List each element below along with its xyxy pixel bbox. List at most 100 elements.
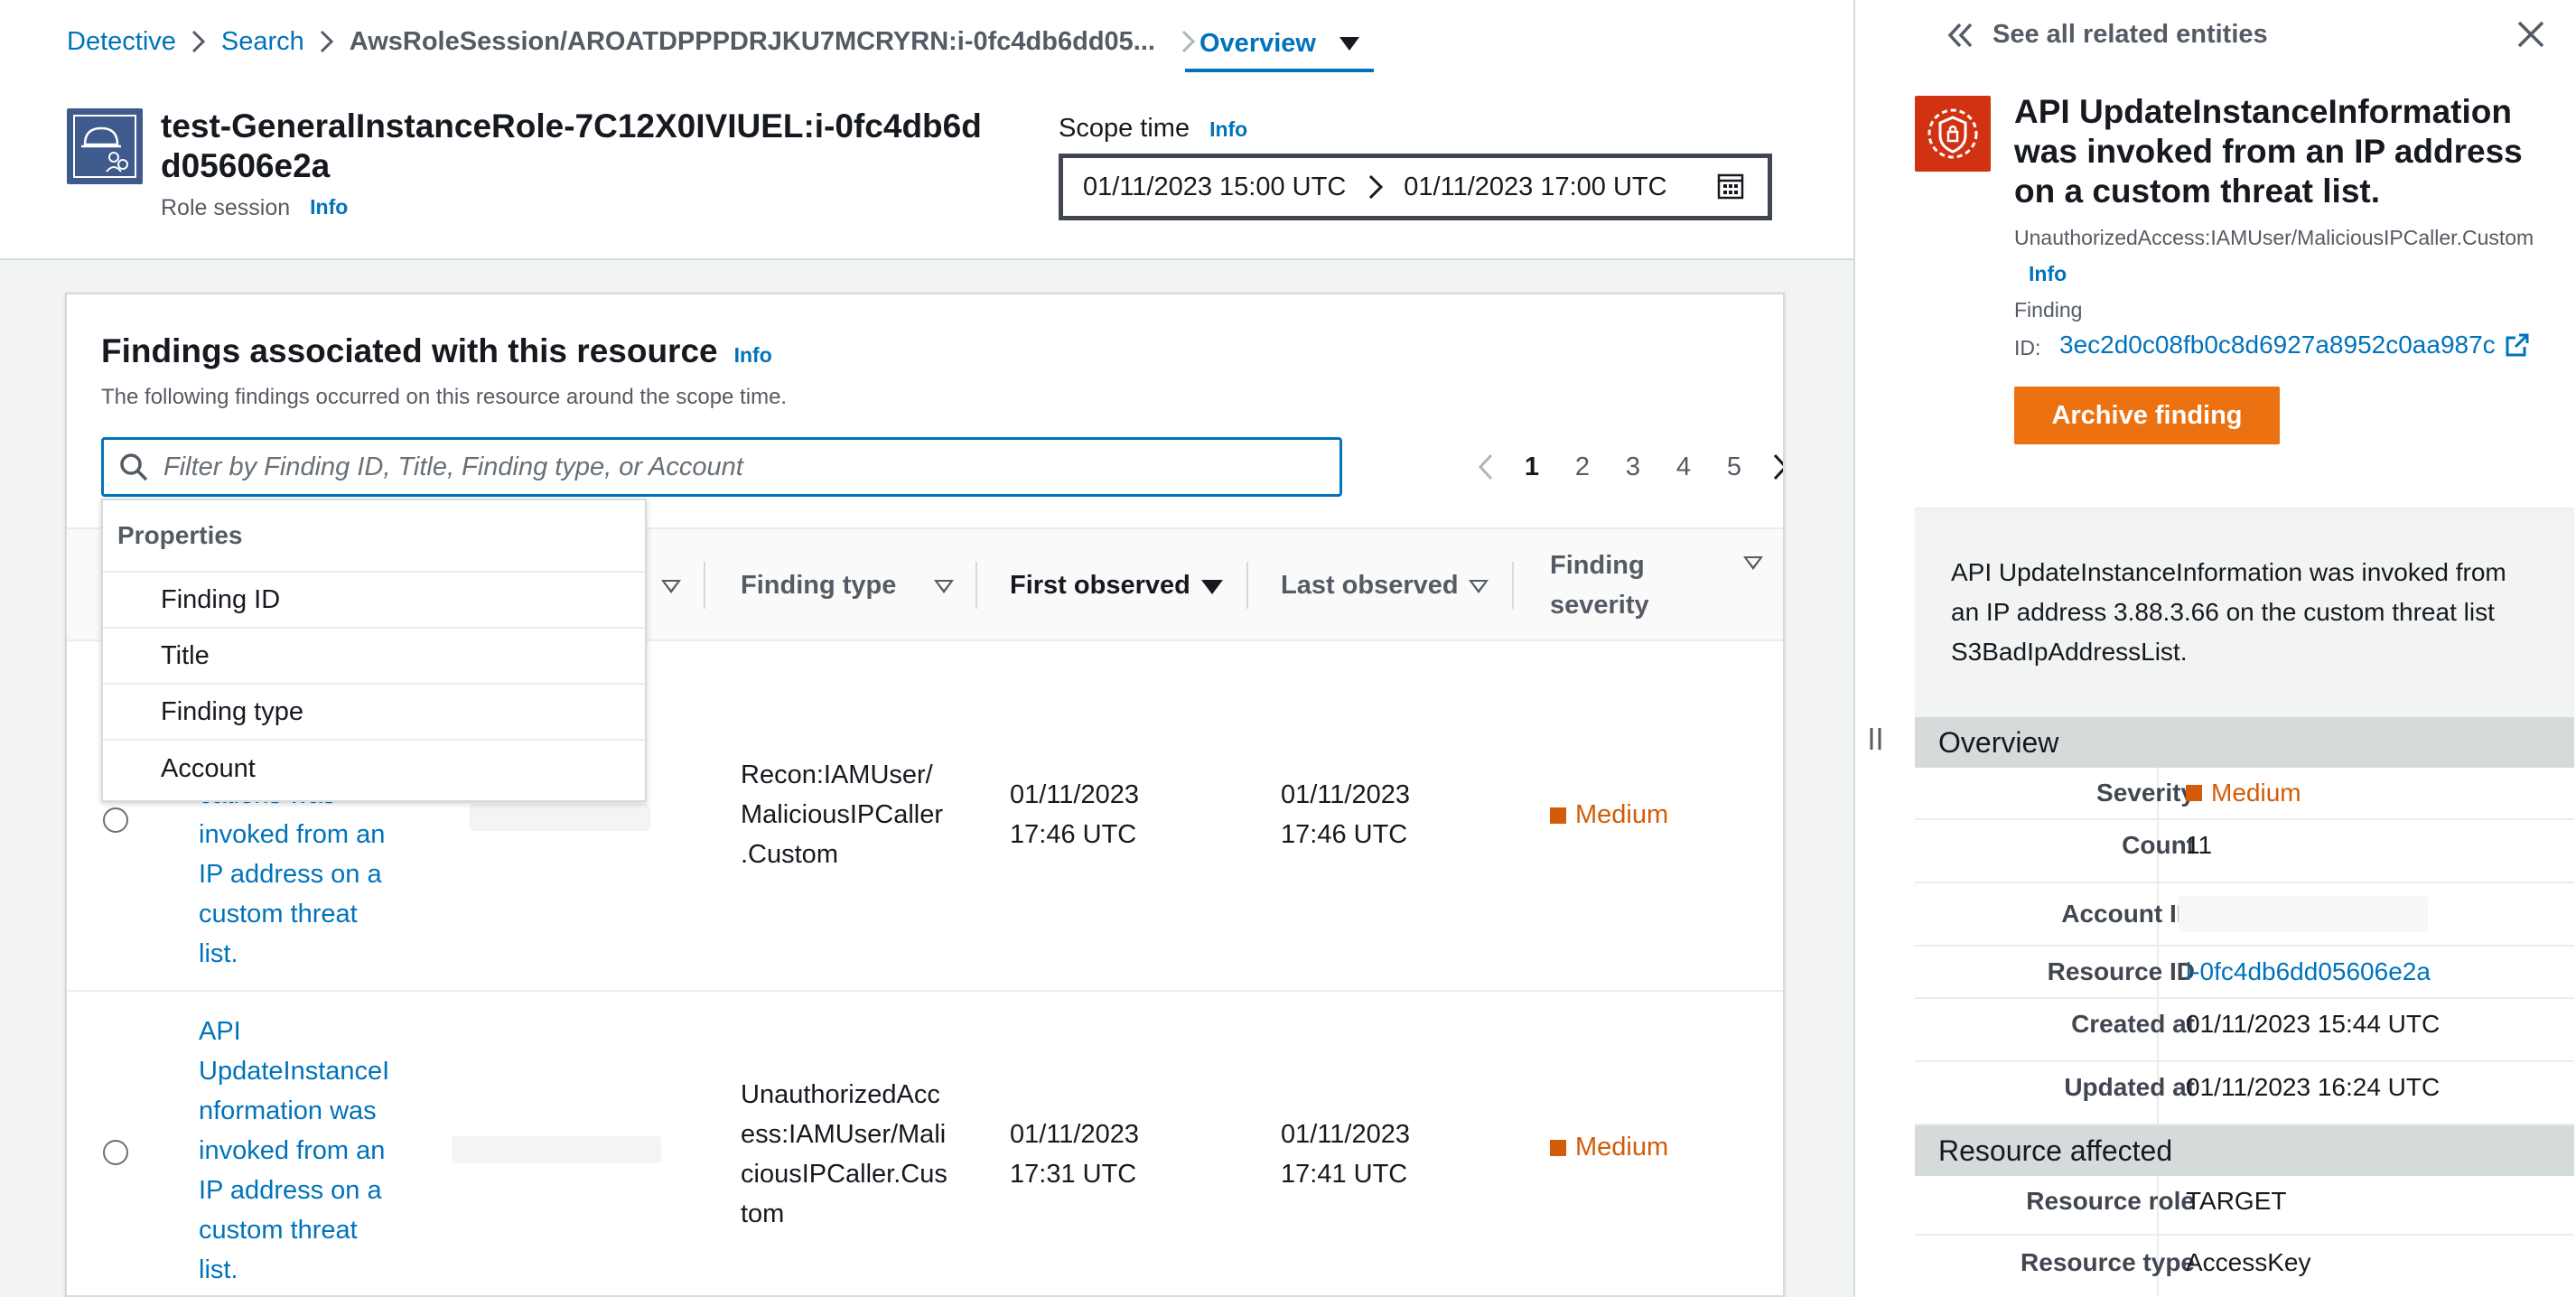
back-label: See all related entities <box>1993 20 2268 49</box>
severity-square-icon <box>1550 807 1566 824</box>
count-label: Count <box>2122 831 2195 859</box>
finding-title: API UpdateInstanceInformation was invoke… <box>2014 93 2523 210</box>
last-observed-cell: 01/11/2023 17:41 UTC <box>1281 1120 1410 1189</box>
severity-label: Severity <box>2096 779 2195 807</box>
column-first-observed[interactable]: First observed <box>1010 529 1190 641</box>
threat-shield-icon <box>1915 96 1991 172</box>
scope-start: 01/11/2023 15:00 UTC <box>1083 172 1347 201</box>
menu-item-finding-id[interactable]: Finding ID <box>103 573 645 629</box>
scope-time-picker[interactable]: 01/11/2023 15:00 UTC 01/11/2023 17:00 UT… <box>1059 154 1772 220</box>
row-select-radio[interactable] <box>103 1140 128 1165</box>
filter-properties-menu: Properties Finding ID Title Finding type… <box>101 499 647 802</box>
chevron-right-icon <box>176 29 221 54</box>
sort-icon[interactable] <box>934 580 954 593</box>
scope-time-label: Scope time Info <box>1059 114 1247 144</box>
finding-type-cell: Recon:IAMUser/ MaliciousIPCaller .Custom <box>741 760 944 869</box>
page-5[interactable]: 5 <box>1709 453 1759 482</box>
first-observed-cell: 01/11/2023 17:46 UTC <box>1010 780 1139 849</box>
findings-card-description: The following findings occurred on this … <box>101 385 788 409</box>
see-all-related-link[interactable]: See all related entities <box>1946 20 2268 50</box>
page-4[interactable]: 4 <box>1658 453 1709 482</box>
menu-group-header: Properties <box>103 500 645 573</box>
resource-info-link[interactable]: Info <box>310 195 348 221</box>
findings-filter[interactable] <box>101 437 1342 497</box>
close-icon[interactable] <box>2515 18 2547 51</box>
menu-item-finding-type[interactable]: Finding type <box>103 685 645 741</box>
scope-end: 01/11/2023 17:00 UTC <box>1404 172 1667 201</box>
splitter-icon[interactable] <box>1867 726 1885 751</box>
scope-info-link[interactable]: Info <box>1209 117 1247 142</box>
scope-time-text: Scope time <box>1059 114 1190 143</box>
finding-label: Finding <box>2014 298 2083 322</box>
column-divider <box>1512 562 1514 609</box>
finding-id-link[interactable]: 3ec2d0c08fb0c8d6927a8952c0aa987c <box>2059 331 2530 359</box>
resource-type: Role session Info <box>161 195 348 221</box>
breadcrumb-role-session[interactable]: AwsRoleSession/AROATDPPPDRJKU7MCRYRN:i-0… <box>350 27 1155 57</box>
count-value: 11 <box>2186 831 2213 859</box>
finding-type: UnauthorizedAccess:IAMUser/MaliciousIPCa… <box>2014 226 2534 249</box>
finding-id-label: ID: <box>2014 336 2041 359</box>
resource-type-label: Role session <box>161 195 291 220</box>
chevron-right-icon <box>304 29 350 54</box>
sort-descending-icon[interactable] <box>1201 580 1223 594</box>
page-3[interactable]: 3 <box>1608 453 1658 482</box>
double-chevron-left-icon <box>1947 23 1973 47</box>
external-link-icon <box>2506 333 2529 357</box>
breadcrumb-detective[interactable]: Detective <box>67 27 176 57</box>
resource-role-value: TARGET <box>2186 1187 2287 1215</box>
created-at-value: 01/11/2023 15:44 UTC <box>2186 1010 2441 1038</box>
page-2[interactable]: 2 <box>1557 453 1608 482</box>
chevron-right-icon[interactable] <box>1759 453 1783 481</box>
sort-icon[interactable] <box>1743 556 1763 570</box>
severity-square-icon <box>1550 1139 1566 1156</box>
findings-card: Findings associated with this resource I… <box>65 293 1785 1297</box>
breadcrumb-current: Overview <box>1199 28 1316 58</box>
resource-type-label: Resource type <box>2021 1248 2195 1276</box>
updated-at-label: Updated at <box>2064 1073 2195 1101</box>
findings-info-link[interactable]: Info <box>734 343 772 368</box>
detail-updated-at: Updated at 01/11/2023 16:24 UTC <box>1915 1062 2574 1125</box>
page-1[interactable]: 1 <box>1507 453 1557 482</box>
calendar-icon[interactable] <box>1717 173 1744 200</box>
menu-item-title[interactable]: Title <box>103 629 645 685</box>
table-row[interactable]: API UpdateInstanceI nformation was invok… <box>67 992 1783 1295</box>
page-title: test-GeneralInstanceRole-7C12X0IVIUEL:i-… <box>161 107 982 184</box>
search-icon <box>120 453 148 481</box>
column-finding-severity[interactable]: Finding severity <box>1550 529 1649 641</box>
findings-card-header: Findings associated with this resource I… <box>101 332 772 370</box>
severity-square-icon <box>2186 785 2202 801</box>
detail-created-at: Created at 01/11/2023 15:44 UTC <box>1915 999 2574 1062</box>
finding-description: API UpdateInstanceInformation was invoke… <box>1951 558 2506 666</box>
sort-icon[interactable] <box>1469 580 1489 593</box>
finding-info-link[interactable]: Info <box>2029 262 2067 286</box>
sort-icon[interactable] <box>661 580 681 593</box>
menu-item-account[interactable]: Account <box>103 741 645 797</box>
updated-at-value: 01/11/2023 16:24 UTC <box>2186 1073 2441 1101</box>
detail-resource-id: Resource ID i-0fc4db6dd05606e2a <box>1915 947 2574 999</box>
column-divider <box>1246 562 1248 609</box>
caret-down-icon <box>1339 36 1359 51</box>
resource-id-link[interactable]: i-0fc4db6dd05606e2a <box>2186 957 2431 986</box>
role-session-icon <box>67 108 143 184</box>
created-at-label: Created at <box>2071 1010 2195 1038</box>
chevron-left-icon[interactable] <box>1465 453 1507 481</box>
column-finding-type[interactable]: Finding type <box>741 529 896 641</box>
archive-finding-button[interactable]: Archive finding <box>2014 387 2280 444</box>
column-divider <box>704 562 705 609</box>
breadcrumb-search[interactable]: Search <box>221 27 304 57</box>
findings-filter-input[interactable] <box>163 452 1320 482</box>
resource-id-label: Resource ID <box>2047 957 2195 985</box>
finding-details-panel: See all related entities API UpdateInsta… <box>1853 0 2576 1297</box>
redacted-account <box>470 804 650 831</box>
finding-type-cell: UnauthorizedAcc ess:IAMUser/Mali ciousIP… <box>741 1080 947 1228</box>
first-observed-cell: 01/11/2023 17:31 UTC <box>1010 1120 1139 1189</box>
row-select-radio[interactable] <box>103 807 128 833</box>
finding-title-link[interactable]: API UpdateInstanceI nformation was invok… <box>199 1012 415 1290</box>
breadcrumb-overview-dropdown[interactable]: Overview <box>1185 18 1374 72</box>
finding-title-link[interactable]: cations was invoked from an IP address o… <box>199 775 415 974</box>
pagination: 1 2 3 4 5 <box>1465 444 1783 490</box>
detail-count: Count 11 <box>1915 820 2574 883</box>
column-last-observed[interactable]: Last observed <box>1281 529 1459 641</box>
column-divider <box>975 562 977 609</box>
resource-affected-section-header: Resource affected <box>1915 1125 2574 1176</box>
